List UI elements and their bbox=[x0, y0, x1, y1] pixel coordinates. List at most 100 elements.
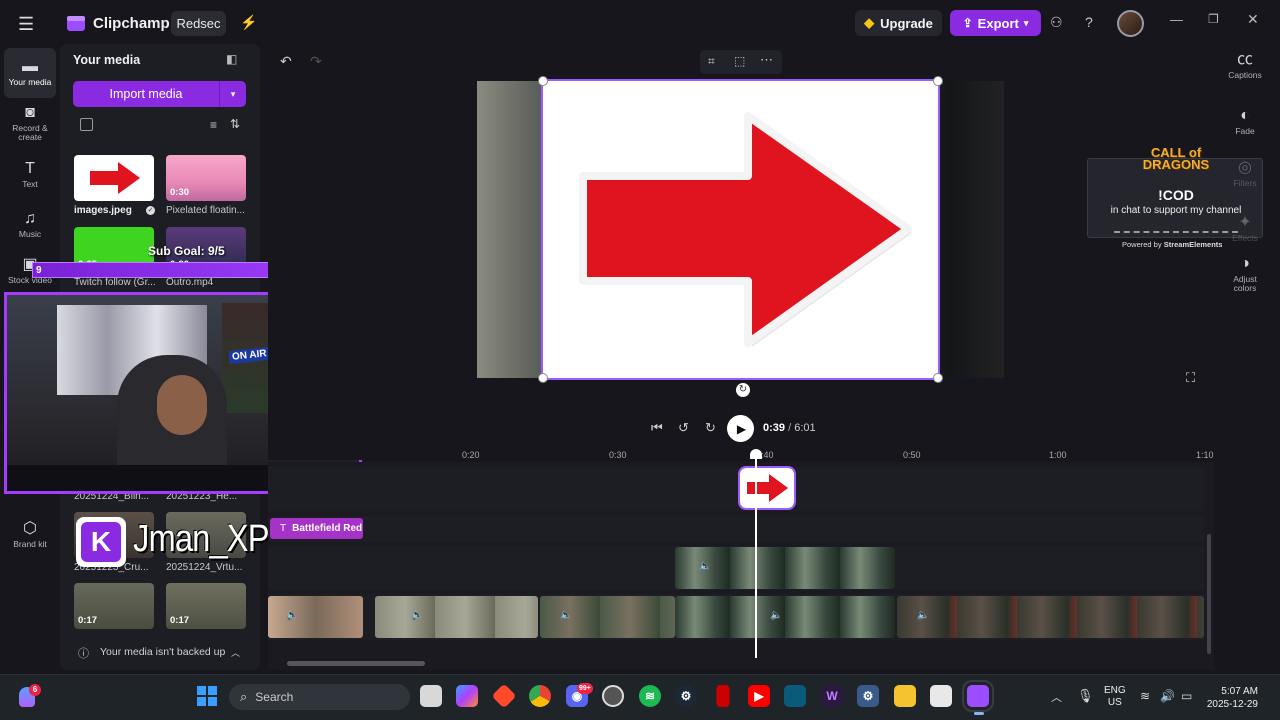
clipchamp-logo bbox=[66, 13, 86, 33]
upgrade-button[interactable]: ◆ Upgrade bbox=[855, 10, 942, 36]
volume-icon[interactable]: 🔊 bbox=[1160, 689, 1175, 703]
rotate-handle-icon[interactable]: ↻ bbox=[736, 383, 750, 397]
chevron-down-icon: ▾ bbox=[1023, 17, 1029, 28]
check-badge-icon: ✓ bbox=[146, 206, 155, 215]
redo-icon[interactable]: ↷ bbox=[310, 53, 322, 70]
rail-text[interactable]: T Text bbox=[4, 150, 56, 200]
store-icon[interactable] bbox=[930, 685, 952, 707]
adjust-colors-button[interactable]: ◑ Adjust colors bbox=[1222, 256, 1268, 293]
media-thumb-clip[interactable]: 0:17 bbox=[166, 583, 246, 629]
filters-button[interactable]: ◎ Filters bbox=[1222, 160, 1268, 188]
help-button[interactable]: ? bbox=[1085, 14, 1093, 30]
share-people-icon[interactable]: ⚇ bbox=[1050, 14, 1063, 31]
resize-handle[interactable] bbox=[933, 76, 943, 86]
forward-5-icon[interactable]: ↻ bbox=[705, 420, 716, 436]
fade-button[interactable]: ◐ Fade bbox=[1222, 108, 1268, 136]
resize-handle[interactable] bbox=[538, 76, 548, 86]
clock[interactable]: 5:07 AM 2025-12-29 bbox=[1202, 685, 1258, 711]
app-icon[interactable] bbox=[784, 685, 806, 707]
resize-handle[interactable] bbox=[538, 373, 548, 383]
youtube-icon[interactable]: ▶ bbox=[748, 685, 770, 707]
taskbar-search[interactable]: ⌕ Search bbox=[229, 684, 410, 710]
video-clip[interactable]: 🔈 bbox=[268, 596, 363, 638]
effects-button[interactable]: ✦ Effects bbox=[1222, 215, 1268, 243]
chrome-icon[interactable] bbox=[529, 685, 551, 707]
clipchamp-taskbar-icon[interactable] bbox=[962, 680, 994, 712]
wifi-icon[interactable]: ≋ bbox=[1140, 689, 1150, 703]
video-clip[interactable]: 🔈 bbox=[675, 547, 895, 589]
sort-icon[interactable]: ⇅ bbox=[230, 117, 240, 131]
avatar[interactable] bbox=[1117, 10, 1144, 37]
select-all-checkbox[interactable] bbox=[80, 118, 93, 131]
volume-icon[interactable]: 🔈 bbox=[699, 561, 711, 572]
chevron-up-icon[interactable]: ︿ bbox=[1051, 689, 1062, 705]
media-caption: Twitch follow (Gr... bbox=[74, 277, 156, 288]
volume-icon[interactable]: 🔈 bbox=[917, 610, 929, 621]
app-icon[interactable]: W bbox=[821, 685, 843, 707]
settings-icon[interactable]: ⚙ bbox=[857, 685, 879, 707]
resize-handle[interactable] bbox=[933, 373, 943, 383]
text-clip[interactable]: T Battlefield Red bbox=[270, 518, 363, 539]
image-clip[interactable] bbox=[738, 466, 796, 510]
fullscreen-icon[interactable]: ⛶ bbox=[1186, 370, 1195, 386]
export-button[interactable]: ⇪ Export ▾ bbox=[950, 10, 1041, 36]
task-view-icon[interactable] bbox=[420, 685, 442, 707]
file-explorer-icon[interactable] bbox=[894, 685, 916, 707]
widget-command: !COD bbox=[1158, 187, 1194, 203]
fade-icon: ◐ bbox=[1240, 107, 1250, 124]
chevron-up-icon[interactable]: ︿ bbox=[231, 646, 240, 659]
rail-brand-kit[interactable]: ⬡ Brand kit bbox=[4, 510, 56, 560]
volume-icon[interactable]: 🔈 bbox=[770, 610, 782, 621]
app-icon[interactable] bbox=[716, 685, 730, 707]
media-thumb-images-jpeg[interactable] bbox=[74, 155, 154, 201]
more-options-icon[interactable]: ⋯ bbox=[760, 52, 773, 68]
project-name-field[interactable]: Redsec bbox=[171, 11, 226, 36]
rail-music[interactable]: ♫ Music bbox=[4, 200, 56, 250]
media-thumb-clip[interactable]: 0:17 bbox=[74, 583, 154, 629]
media-thumb-pixelated[interactable]: 0:30 bbox=[166, 155, 246, 201]
playhead-handle[interactable] bbox=[750, 449, 762, 459]
sync-off-icon[interactable]: ⚡ bbox=[240, 14, 257, 31]
app-icon[interactable] bbox=[602, 685, 624, 707]
rail-your-media[interactable]: ▬ Your media bbox=[4, 48, 56, 98]
undo-icon[interactable]: ↶ bbox=[280, 53, 292, 70]
skip-back-icon[interactable]: ⏮ bbox=[651, 420, 663, 436]
selected-image-layer[interactable] bbox=[541, 79, 940, 380]
volume-icon[interactable]: 🔈 bbox=[411, 610, 423, 621]
play-button[interactable]: ▶ bbox=[727, 415, 754, 442]
video-clip[interactable]: 🔈 bbox=[540, 596, 675, 638]
battery-icon[interactable]: ▭ bbox=[1181, 689, 1192, 703]
hamburger-menu-icon[interactable]: ☰ bbox=[18, 14, 34, 35]
minimize-icon[interactable]: — bbox=[1170, 12, 1183, 27]
music-icon: ♫ bbox=[24, 210, 36, 227]
captions-button[interactable]: ㏄ Captions bbox=[1222, 52, 1268, 80]
adjust-colors-icon: ◑ bbox=[1240, 255, 1250, 272]
start-button[interactable] bbox=[197, 686, 217, 706]
rewind-5-icon[interactable]: ↺ bbox=[678, 420, 689, 436]
fit-icon[interactable]: ⬚ bbox=[734, 54, 745, 68]
rail-record-create[interactable]: ◙ Record & create bbox=[4, 98, 56, 148]
copilot-icon[interactable] bbox=[456, 685, 478, 707]
spotify-icon[interactable]: ≋ bbox=[639, 685, 661, 707]
playhead[interactable] bbox=[755, 455, 757, 658]
horizontal-scrollbar[interactable] bbox=[287, 661, 425, 666]
language-indicator[interactable]: ENG US bbox=[1104, 685, 1126, 709]
import-dropdown-icon[interactable]: ▾ bbox=[220, 89, 246, 100]
video-clip[interactable]: 🔈 bbox=[897, 596, 1204, 638]
video-clip[interactable]: 🔈 bbox=[675, 596, 895, 638]
microphone-icon[interactable]: 🎙 bbox=[1077, 688, 1094, 704]
close-icon[interactable]: ✕ bbox=[1247, 11, 1259, 28]
crop-icon[interactable]: ⌗ bbox=[708, 54, 715, 69]
maximize-icon[interactable]: ❐ bbox=[1208, 12, 1219, 26]
ruler-label: 1:10 bbox=[1196, 450, 1214, 460]
video-clip[interactable]: 🔈 bbox=[375, 596, 538, 638]
volume-icon[interactable]: 🔈 bbox=[286, 610, 298, 621]
collapse-panel-icon[interactable]: ◧ bbox=[226, 52, 237, 66]
vertical-scrollbar[interactable] bbox=[1207, 534, 1211, 654]
app-name: Clipchamp bbox=[93, 15, 170, 32]
volume-icon[interactable]: 🔈 bbox=[560, 610, 572, 621]
import-media-button[interactable]: Import media ▾ bbox=[73, 81, 246, 107]
steam-icon[interactable]: ⚙ bbox=[675, 685, 697, 707]
powered-by: Powered by StreamElements bbox=[1122, 240, 1223, 249]
filter-icon[interactable]: ≡ bbox=[210, 118, 217, 132]
